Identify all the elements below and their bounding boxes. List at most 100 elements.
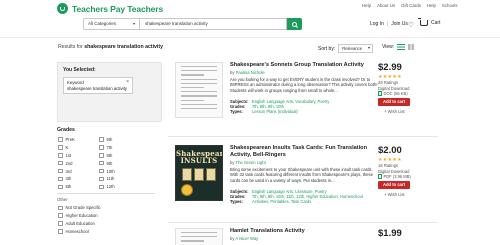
cart-button[interactable]: Cart bbox=[418, 18, 440, 26]
add-to-cart-button[interactable]: Add to cart bbox=[378, 181, 410, 189]
checkbox[interactable] bbox=[58, 221, 63, 226]
join-link[interactable]: Join Us bbox=[391, 21, 408, 27]
ratings-count[interactable]: 16 Ratings bbox=[378, 163, 434, 168]
grade-label: K bbox=[65, 144, 69, 150]
product-price: $2.00 bbox=[378, 145, 402, 156]
heart-icon[interactable]: ♡ bbox=[408, 21, 414, 29]
checkbox[interactable] bbox=[58, 145, 63, 150]
top-link-help-2[interactable]: Help bbox=[427, 3, 436, 8]
apple-logo-icon bbox=[57, 3, 68, 14]
other-checkbox-adult-education[interactable]: Adult Education bbox=[58, 221, 162, 226]
grade-checkbox-7th[interactable]: 7th bbox=[99, 145, 140, 150]
list-view-icon[interactable] bbox=[397, 44, 406, 50]
checkbox[interactable] bbox=[99, 184, 104, 190]
other-checkbox-homeschool[interactable]: Homeschool bbox=[58, 229, 162, 234]
grade-checkbox-4th[interactable]: 4th bbox=[58, 176, 99, 181]
product-title[interactable]: Shakespeare's Sonnets Group Translation … bbox=[230, 62, 375, 69]
grade-checkbox-12th[interactable]: 12th bbox=[99, 184, 140, 189]
category-select[interactable]: All Categories ▾ bbox=[83, 18, 139, 30]
grade-checkbox-k[interactable]: K bbox=[58, 145, 99, 150]
other-checkbox-not-grade-specific[interactable]: Not Grade Specific bbox=[58, 205, 162, 210]
tpt-logo[interactable]: Teachers Pay Teachers bbox=[57, 3, 163, 14]
search-input[interactable]: shakespeare translation activity bbox=[139, 18, 287, 30]
thumbnail-title: Shakespeare's INSULTS bbox=[176, 149, 222, 165]
author-link[interactable]: Paulina Nichole bbox=[236, 70, 265, 75]
sort-select[interactable]: Relevance bbox=[338, 44, 374, 53]
grade-label: 12th bbox=[106, 184, 115, 190]
author-link[interactable]: A Nicer Way bbox=[235, 236, 258, 241]
grade-checkbox-9th[interactable]: 9th bbox=[99, 161, 140, 166]
types-value[interactable]: Activities, Printables, Task Cards bbox=[252, 199, 311, 204]
other-label-item: Adult Education bbox=[65, 221, 95, 227]
add-to-cart-button[interactable]: Add to cart bbox=[378, 98, 410, 106]
wishlist-button[interactable]: + Wish List bbox=[378, 109, 434, 114]
types-value[interactable]: Lesson Plans (Individual) bbox=[252, 109, 298, 114]
product-thumbnail[interactable]: Shakespeare's INSULTS bbox=[175, 145, 223, 201]
grade-checkbox-2nd[interactable]: 2nd bbox=[58, 161, 99, 166]
top-link-schools[interactable]: Schools bbox=[442, 3, 458, 8]
sort-control: Sort by: Relevance bbox=[318, 44, 374, 53]
login-link[interactable]: Log In bbox=[370, 21, 384, 27]
file-type: PDF (3.96 MB) bbox=[383, 174, 411, 179]
auth-separator: | bbox=[386, 21, 389, 27]
product-title[interactable]: Hamlet Translations Activity bbox=[230, 228, 375, 235]
file-icon bbox=[378, 91, 382, 96]
keyword-tag[interactable]: Keyword shakespeare translation activity… bbox=[63, 77, 133, 94]
checkbox[interactable] bbox=[58, 229, 63, 234]
grade-checkbox-prek[interactable]: PreK bbox=[58, 137, 99, 142]
grade-checkbox-10th[interactable]: 10th bbox=[99, 169, 140, 174]
product-title[interactable]: Shakespearean Insults Task Cards: Fun Tr… bbox=[230, 145, 375, 159]
checkbox[interactable] bbox=[99, 176, 104, 182]
types-label: Types: bbox=[230, 109, 243, 115]
other-divider bbox=[57, 193, 155, 195]
checkbox[interactable] bbox=[58, 213, 63, 218]
grade-checkbox-5th[interactable]: 5th bbox=[58, 184, 99, 189]
author-link[interactable]: The Green Light bbox=[236, 160, 266, 165]
checkbox[interactable] bbox=[58, 160, 63, 166]
grade-checkbox-6th[interactable]: 6th bbox=[99, 137, 140, 142]
other-checkbox-higher-education[interactable]: Higher Education bbox=[58, 213, 162, 218]
grade-label: 11th bbox=[106, 176, 115, 182]
header-divider bbox=[0, 37, 500, 38]
grade-label: 2nd bbox=[65, 160, 73, 166]
checkbox[interactable] bbox=[58, 205, 63, 211]
checkbox[interactable] bbox=[58, 153, 63, 158]
grade-label: PreK bbox=[65, 137, 75, 142]
top-link-about[interactable]: About Us bbox=[377, 3, 395, 8]
product-thumbnail[interactable] bbox=[175, 62, 223, 118]
search-button[interactable] bbox=[287, 18, 302, 30]
ratings-count[interactable]: 29 Ratings bbox=[378, 80, 434, 85]
product-card: Shakespeare's INSULTS Shakespearean Insu… bbox=[168, 145, 438, 217]
checkbox[interactable] bbox=[99, 153, 104, 158]
product-divider bbox=[168, 136, 438, 137]
checkbox[interactable] bbox=[58, 184, 63, 190]
grade-checkbox-8th[interactable]: 8th bbox=[99, 153, 140, 158]
wishlist-button[interactable]: + Wish List bbox=[378, 192, 434, 197]
checkbox[interactable] bbox=[99, 145, 104, 150]
top-link-help[interactable]: Help bbox=[362, 3, 371, 8]
grade-checkbox-3rd[interactable]: 3rd bbox=[58, 169, 99, 174]
grades-filter-title: Grades bbox=[57, 127, 75, 133]
product-author: by The Green Light bbox=[230, 160, 266, 165]
price-column: $2.99 ★★★★★ 29 Ratings Digital Download … bbox=[378, 62, 434, 114]
grade-checkbox-1st[interactable]: 1st bbox=[58, 153, 99, 158]
top-link-gift-cards[interactable]: Gift Cards bbox=[401, 3, 421, 8]
checkbox[interactable] bbox=[58, 137, 63, 142]
view-label: View: bbox=[382, 44, 395, 50]
product-description: Bring some excitement to your Shakespear… bbox=[230, 167, 373, 183]
other-label-item: Not Grade Specific bbox=[65, 205, 101, 211]
checkbox[interactable] bbox=[99, 160, 104, 166]
filter-sidebar: You Selected: Keyword shakespeare transl… bbox=[57, 62, 162, 234]
other-label: Other bbox=[57, 197, 68, 203]
grade-label: 3rd bbox=[65, 168, 72, 174]
grade-label: 5th bbox=[65, 184, 72, 190]
other-label-item: Higher Education bbox=[65, 213, 98, 219]
close-icon[interactable]: × bbox=[126, 79, 129, 86]
product-thumbnail[interactable] bbox=[175, 228, 223, 245]
grade-checkbox-11th[interactable]: 11th bbox=[99, 176, 140, 181]
checkbox[interactable] bbox=[58, 168, 63, 174]
checkbox[interactable] bbox=[99, 168, 104, 174]
checkbox[interactable] bbox=[58, 176, 63, 182]
grid-view-icon[interactable] bbox=[408, 44, 415, 50]
checkbox[interactable] bbox=[99, 137, 104, 142]
